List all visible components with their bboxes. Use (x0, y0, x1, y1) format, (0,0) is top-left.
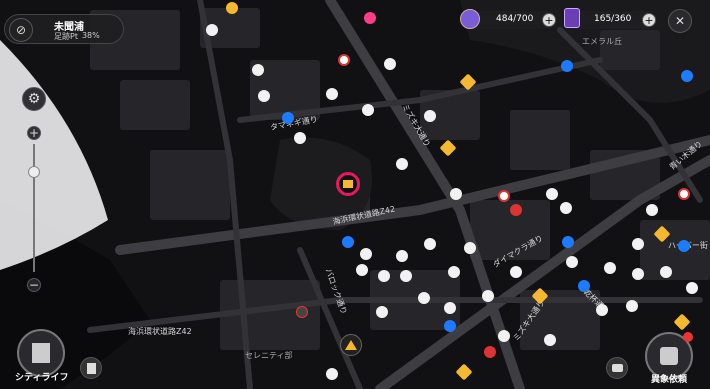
poi-marker[interactable] (660, 266, 672, 278)
poi-marker[interactable] (498, 330, 510, 342)
poi-marker[interactable] (546, 188, 558, 200)
poi-marker[interactable] (678, 240, 690, 252)
progress-label: 足跡Pt (54, 32, 78, 41)
poi-marker[interactable] (424, 110, 436, 122)
add-card-button[interactable]: + (642, 13, 656, 27)
compass-icon: ⊘ (9, 18, 33, 42)
building-icon (32, 343, 50, 363)
poi-marker[interactable] (632, 238, 644, 250)
poi-marker[interactable] (484, 346, 496, 358)
poi-marker[interactable] (326, 88, 338, 100)
label-emerald-hill: エメラル丘 (582, 37, 622, 46)
close-button[interactable]: ✕ (668, 9, 692, 33)
poi-marker[interactable] (448, 266, 460, 278)
poi-marker[interactable] (418, 292, 430, 304)
poi-marker[interactable] (424, 238, 436, 250)
add-stamina-button[interactable]: + (542, 13, 556, 27)
quest-icon (343, 180, 353, 188)
poi-marker[interactable] (444, 320, 456, 332)
selected-quest-marker[interactable] (336, 172, 360, 196)
poi-marker[interactable] (562, 236, 574, 248)
zoom-in-button[interactable]: + (27, 126, 41, 140)
notification-badge (683, 332, 693, 342)
poi-marker[interactable] (326, 368, 338, 380)
stamina-icon (460, 9, 480, 29)
poi-marker[interactable] (604, 262, 616, 274)
card-display: 165/360 (564, 8, 654, 29)
poi-marker[interactable] (258, 90, 270, 102)
poi-marker[interactable] (396, 250, 408, 262)
poi-marker[interactable] (510, 204, 522, 216)
poi-marker[interactable] (356, 264, 368, 276)
poi-marker[interactable] (206, 24, 218, 36)
progress-value: 38% (81, 31, 100, 40)
poi-marker[interactable] (450, 188, 462, 200)
poi-marker[interactable] (376, 306, 388, 318)
city-map[interactable] (0, 0, 710, 389)
poi-marker[interactable] (482, 290, 494, 302)
poi-marker[interactable] (678, 188, 690, 200)
poi-marker[interactable] (596, 304, 608, 316)
notes-button[interactable] (80, 357, 102, 379)
zoom-slider-track[interactable] (33, 144, 35, 272)
quest-icon (345, 340, 357, 350)
camera-button[interactable] (606, 357, 628, 379)
poi-marker[interactable] (378, 270, 390, 282)
poi-marker[interactable] (561, 60, 573, 72)
poi-marker[interactable] (566, 256, 578, 268)
poi-marker[interactable] (498, 190, 510, 202)
card-icon (564, 8, 580, 28)
settings-button[interactable]: ⚙ (22, 87, 46, 111)
poi-marker[interactable] (444, 302, 456, 314)
city-life-label: シティライフ (15, 373, 69, 383)
poi-marker[interactable] (396, 158, 408, 170)
poi-marker[interactable] (360, 248, 372, 260)
poi-marker[interactable] (560, 202, 572, 214)
poi-marker[interactable] (464, 242, 476, 254)
stamina-value: 484/700 (496, 14, 534, 24)
poi-marker[interactable] (364, 12, 376, 24)
location-panel[interactable]: ⊘ 未聞浦 足跡Pt 38% (4, 14, 124, 44)
poi-marker[interactable] (384, 58, 396, 70)
poi-marker[interactable] (338, 54, 350, 66)
poi-marker[interactable] (282, 112, 294, 124)
poi-marker[interactable] (342, 236, 354, 248)
poi-marker[interactable] (294, 132, 306, 144)
label-serenity: セレニティ部 (245, 351, 293, 360)
poi-marker[interactable] (686, 282, 698, 294)
poi-marker[interactable] (632, 268, 644, 280)
card-value: 165/360 (594, 14, 632, 24)
poi-marker[interactable] (252, 64, 264, 76)
poi-marker[interactable] (626, 300, 638, 312)
poi-marker[interactable] (226, 2, 238, 14)
gold-quest-marker[interactable] (340, 334, 362, 356)
zoom-out-button[interactable]: − (27, 278, 41, 292)
poi-marker[interactable] (578, 280, 590, 292)
notes-icon (86, 362, 96, 374)
poi-marker[interactable] (362, 104, 374, 116)
poi-marker[interactable] (646, 204, 658, 216)
poi-marker[interactable] (400, 270, 412, 282)
camera-icon (611, 364, 623, 372)
label-coastal-road: 海浜環状道路Z42 (128, 327, 192, 336)
poi-marker[interactable] (510, 266, 522, 278)
anomaly-icon (660, 347, 678, 365)
anomaly-request-label: 異象依頼 (651, 375, 688, 385)
poi-marker[interactable] (296, 306, 308, 318)
zoom-slider-handle[interactable] (28, 166, 40, 178)
poi-marker[interactable] (681, 70, 693, 82)
poi-marker[interactable] (544, 334, 556, 346)
